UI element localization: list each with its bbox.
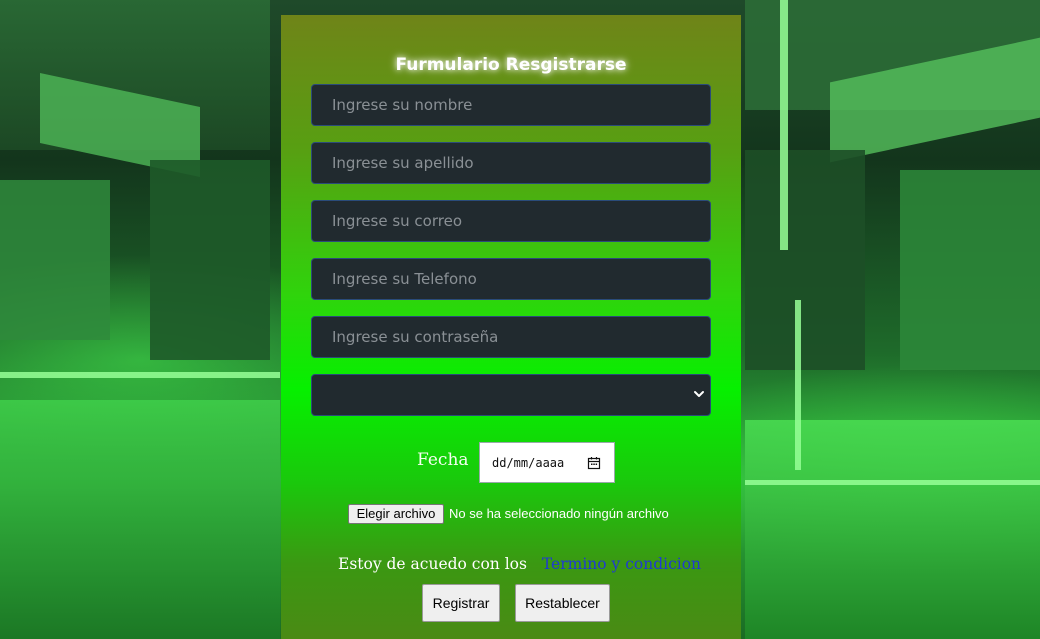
calendar-icon[interactable] [587, 456, 601, 470]
form-title: Furmulario Resgistrarse [395, 55, 627, 75]
register-form: Furmulario Resgistrarse Fecha dd/mm/aaaa… [281, 15, 741, 639]
bg-block [745, 420, 1040, 639]
option-select[interactable] [311, 374, 711, 416]
password-input[interactable] [311, 316, 711, 358]
light-beam [795, 300, 801, 470]
register-button[interactable]: Registrar [422, 584, 500, 622]
date-input[interactable]: dd/mm/aaaa [479, 442, 615, 483]
lastname-input[interactable] [311, 142, 711, 184]
bg-block [0, 180, 110, 340]
terms-link[interactable]: Termino y condicion [542, 555, 701, 573]
bg-block [150, 160, 270, 360]
name-input[interactable] [311, 84, 711, 126]
phone-input[interactable] [311, 258, 711, 300]
terms-row: Estoy de acuedo con los Termino y condic… [338, 555, 701, 573]
reset-button[interactable]: Restablecer [515, 584, 610, 622]
bg-block [745, 150, 865, 370]
light-beam [0, 372, 280, 378]
email-input[interactable] [311, 200, 711, 242]
file-status: No se ha seleccionado ningún archivo [449, 506, 669, 521]
light-beam [745, 480, 1040, 485]
bg-block [900, 170, 1040, 370]
chevron-down-icon [694, 391, 704, 397]
terms-text: Estoy de acuedo con los [338, 555, 527, 573]
date-placeholder: dd/mm/aaaa [492, 456, 565, 470]
date-label: Fecha [417, 450, 469, 470]
light-beam [780, 0, 788, 250]
bg-block [0, 400, 280, 639]
choose-file-button[interactable]: Elegir archivo [348, 504, 444, 524]
date-row: Fecha dd/mm/aaaa [281, 442, 741, 484]
